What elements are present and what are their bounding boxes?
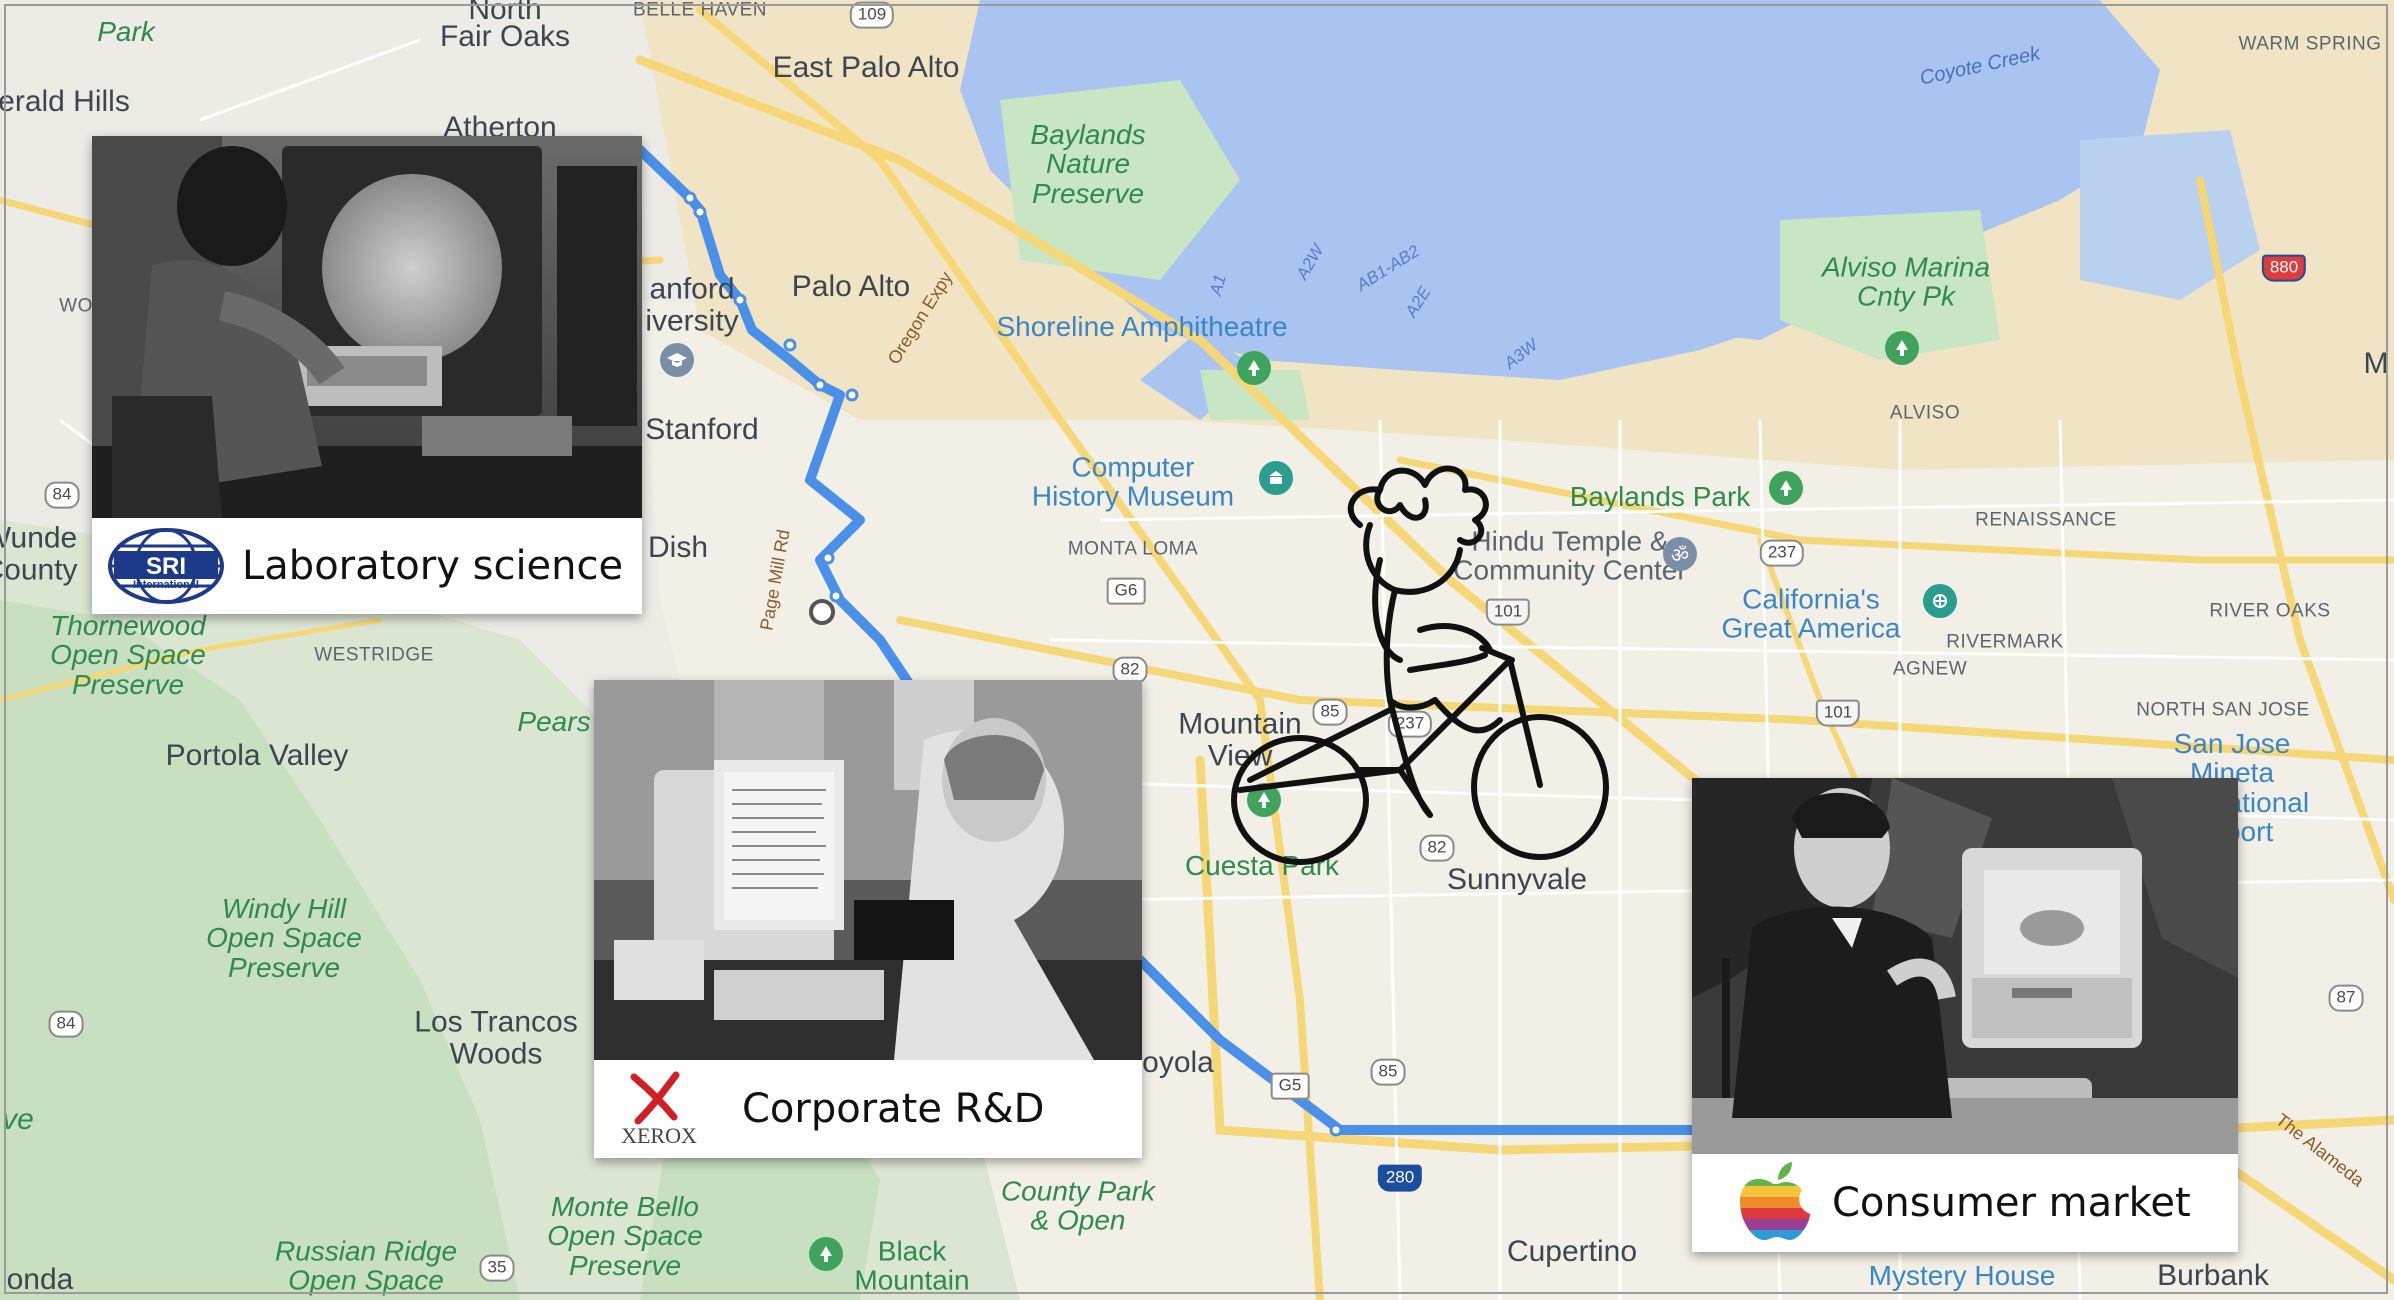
poi-label: Mystery House bbox=[1868, 1260, 2056, 1291]
bay-section-label: A2W bbox=[1292, 241, 1328, 283]
park-pin[interactable] bbox=[809, 1237, 843, 1271]
poi-label: California's Great America bbox=[1721, 583, 1901, 644]
bay-section-label: A1 bbox=[1206, 272, 1230, 298]
route-shield: 880 bbox=[2261, 254, 2307, 282]
place-label-partial: onda bbox=[6, 1263, 74, 1296]
neighborhood-label: NORTH SAN JOSE bbox=[2136, 699, 2310, 721]
place-label: Portola Valley bbox=[165, 739, 349, 772]
park-label: Thornewood Open Space Preserve bbox=[50, 609, 206, 700]
route-shield: 35 bbox=[479, 1254, 515, 1282]
park-label: Pears bbox=[517, 706, 591, 737]
place-label: Palo Alto bbox=[791, 270, 911, 303]
road-label: The Alameda bbox=[2272, 1109, 2368, 1191]
route-shield: 84 bbox=[48, 1010, 84, 1038]
neighborhood-label: AGNEW bbox=[1892, 658, 1968, 680]
apple-rainbow-logo-icon bbox=[1740, 1162, 1810, 1241]
map-slide: BELLE HAVEN North Fair Oaks East Palo Al… bbox=[0, 0, 2394, 1300]
park-label: County Park & Open bbox=[1000, 1175, 1156, 1236]
sri-caption: SRI International Laboratory science bbox=[92, 518, 642, 614]
poi-label: Computer History Museum bbox=[1031, 451, 1235, 512]
sri-caption-text: Laboratory science bbox=[242, 543, 624, 589]
theme-park-icon bbox=[1933, 594, 1947, 608]
tree-icon bbox=[1780, 480, 1792, 496]
poi-label: Shoreline Amphitheatre bbox=[996, 311, 1288, 342]
road-label: Page Mill Rd bbox=[756, 528, 794, 632]
graduation-cap-icon bbox=[667, 353, 687, 367]
neighborhood-label: RIVERMARK bbox=[1946, 631, 2064, 653]
neighborhood-label: RENAISSANCE bbox=[1975, 509, 2117, 531]
place-label: Wunde County bbox=[0, 521, 78, 586]
place-label: Fair Oaks bbox=[439, 20, 571, 53]
tree-icon bbox=[820, 1246, 832, 1262]
place-label: Stanford bbox=[645, 413, 759, 446]
route-shield: 101 bbox=[1815, 699, 1861, 727]
park-label: Baylands Nature Preserve bbox=[1030, 118, 1146, 209]
place-label: oyola bbox=[1142, 1046, 1214, 1079]
apple-caption: Consumer market bbox=[1692, 1154, 2238, 1252]
park-label: Black Mountain bbox=[854, 1235, 970, 1296]
place-label: Cupertino bbox=[1506, 1235, 1638, 1268]
place-label: BELLE HAVEN bbox=[633, 0, 767, 21]
place-label: Los Trancos Woods bbox=[414, 1005, 578, 1070]
place-label: M bbox=[2363, 347, 2389, 380]
route-shield: G5 bbox=[1270, 1072, 1310, 1100]
neighborhood-label: WO bbox=[59, 295, 93, 317]
apple-card: Consumer market bbox=[1692, 778, 2238, 1252]
xerox-photo bbox=[594, 680, 1142, 1060]
neighborhood-label: WARM SPRING bbox=[2238, 33, 2382, 55]
tree-icon bbox=[1248, 360, 1260, 376]
water-label: Coyote Creek bbox=[1917, 42, 2043, 90]
place-label: erald Hills bbox=[0, 85, 130, 118]
park-label: Alviso Marina Cnty Pk bbox=[1821, 251, 1991, 312]
park-pin[interactable] bbox=[1885, 331, 1919, 365]
park-pin[interactable] bbox=[1769, 471, 1803, 505]
neighborhood-label: WESTRIDGE bbox=[314, 644, 434, 666]
neighborhood-label: ALVISO bbox=[1889, 402, 1961, 424]
temple-pin[interactable]: ॐ bbox=[1663, 537, 1697, 571]
place-label: Dish bbox=[647, 531, 709, 564]
place-label-partial: ve bbox=[2, 1103, 34, 1136]
neighborhood-label: MONTA LOMA bbox=[1067, 538, 1199, 560]
sri-card: SRI International Laboratory science bbox=[92, 136, 642, 614]
route-shield: 280 bbox=[1377, 1164, 1423, 1192]
place-label: Burbank bbox=[2157, 1259, 2269, 1292]
xerox-card: XEROX Corporate R&D bbox=[594, 680, 1142, 1158]
xerox-caption-text: Corporate R&D bbox=[742, 1086, 1045, 1132]
neighborhood-label: RIVER OAKS bbox=[2209, 600, 2331, 622]
temple-icon: ॐ bbox=[1670, 544, 1690, 567]
park-label: Windy Hill Open Space Preserve bbox=[206, 892, 362, 983]
park-label: Russian Ridge Open Space bbox=[274, 1235, 458, 1296]
route-shield: G6 bbox=[1106, 577, 1146, 605]
route-shield: 87 bbox=[2328, 984, 2364, 1012]
svg-text:SRI: SRI bbox=[146, 553, 186, 580]
bay-section-label: A2E bbox=[1401, 283, 1435, 321]
person-on-bicycle-icon bbox=[1231, 465, 1609, 865]
tree-icon bbox=[1896, 340, 1908, 356]
route-shield: 85 bbox=[1370, 1058, 1406, 1086]
bay-section-label: AB1-AB2 bbox=[1353, 241, 1423, 295]
route-shield: 237 bbox=[1759, 539, 1805, 567]
bay-section-label: A3W bbox=[1500, 335, 1542, 373]
place-label: anford iversity bbox=[645, 272, 739, 337]
park-pin[interactable] bbox=[1237, 351, 1271, 385]
xerox-caption: XEROX Corporate R&D bbox=[594, 1060, 1142, 1158]
university-pin[interactable] bbox=[660, 343, 694, 377]
sri-globe-logo-icon: SRI International bbox=[108, 528, 224, 604]
xerox-x-logo-icon: XEROX bbox=[621, 1071, 697, 1148]
park-label: Monte Bello Open Space Preserve bbox=[547, 1190, 703, 1281]
apple-photo bbox=[1692, 778, 2238, 1154]
sri-photo bbox=[92, 136, 642, 518]
svg-text:XEROX: XEROX bbox=[621, 1123, 697, 1148]
svg-text:International: International bbox=[133, 579, 199, 591]
place-label: East Palo Alto bbox=[772, 51, 960, 84]
theme-park-pin[interactable] bbox=[1923, 584, 1957, 618]
park-label: Park bbox=[97, 16, 155, 47]
route-shield: 109 bbox=[849, 1, 895, 29]
apple-caption-text: Consumer market bbox=[1832, 1180, 2191, 1226]
route-shield: 84 bbox=[44, 481, 80, 509]
